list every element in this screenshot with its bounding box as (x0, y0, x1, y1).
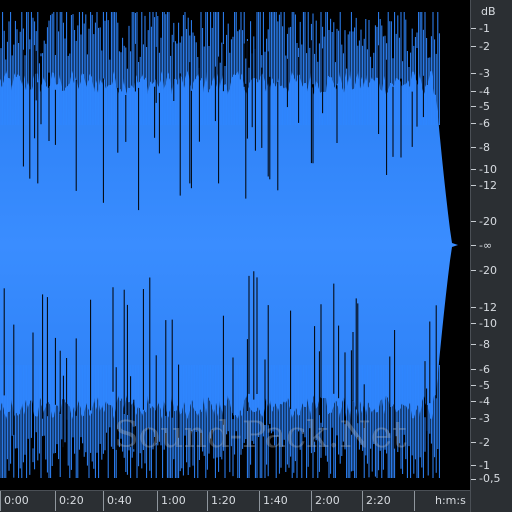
db-tick (471, 169, 476, 170)
db-tick (471, 147, 476, 148)
db-tick (471, 106, 476, 107)
db-tick (471, 28, 476, 29)
db-label-bottom: -0,5 (479, 472, 501, 485)
db-label-top: -5 (479, 100, 490, 113)
time-label: 0:20 (59, 494, 84, 507)
db-label-bottom: -20 (479, 264, 497, 277)
db-tick (471, 221, 476, 222)
time-tick (362, 491, 363, 511)
db-tick (471, 442, 476, 443)
time-axis: 0:00 0:20 0:40 1:00 1:20 1:40 2:00 2:20 … (0, 490, 470, 512)
db-label-top: -1 (479, 22, 490, 35)
db-tick (471, 385, 476, 386)
db-label-top: -2 (479, 40, 490, 53)
time-tick (259, 491, 260, 511)
time-unit-label: h:m:s (435, 494, 466, 507)
db-label-bottom: -3 (479, 412, 490, 425)
time-tick (55, 491, 56, 511)
db-tick (471, 344, 476, 345)
time-label: 1:00 (161, 494, 186, 507)
time-tick (157, 491, 158, 511)
time-tick (103, 491, 104, 511)
db-label-top: -10 (479, 163, 497, 176)
time-label: 0:40 (107, 494, 132, 507)
db-tick (471, 401, 476, 402)
db-label-bottom: -1 (479, 459, 490, 472)
db-label-bottom: -5 (479, 379, 490, 392)
db-tick (471, 123, 476, 124)
watermark-text: Sound-Pack.Net (114, 415, 407, 456)
db-unit-label: dB (481, 5, 496, 18)
db-tick (471, 270, 476, 271)
db-label-top: -20 (479, 215, 497, 228)
db-label-top: -8 (479, 141, 490, 154)
db-tick (471, 418, 476, 419)
time-label: 2:00 (315, 494, 340, 507)
time-tick (207, 491, 208, 511)
db-label-center: -∞ (479, 239, 493, 252)
db-label-bottom: -6 (479, 363, 490, 376)
db-tick (471, 245, 476, 246)
time-label: 0:00 (4, 494, 29, 507)
db-label-bottom: -10 (479, 317, 497, 330)
db-tick (471, 465, 476, 466)
db-label-bottom: -12 (479, 301, 497, 314)
time-tick (311, 491, 312, 511)
db-label-top: -4 (479, 85, 490, 98)
db-tick (471, 185, 476, 186)
db-tick (471, 73, 476, 74)
db-label-top: -6 (479, 117, 490, 130)
db-scale: dB -1 -2 -3 -4 -5 -6 -8 -10 -12 -20 -∞ -… (470, 0, 512, 512)
db-tick (471, 479, 476, 480)
time-tick (0, 491, 1, 511)
db-tick (471, 91, 476, 92)
db-label-bottom: -4 (479, 395, 490, 408)
time-label: 1:40 (263, 494, 288, 507)
db-tick (471, 323, 476, 324)
db-label-bottom: -2 (479, 436, 490, 449)
db-label-top: -3 (479, 67, 490, 80)
db-label-top: -12 (479, 179, 497, 192)
time-label: 2:20 (366, 494, 391, 507)
db-label-bottom: -8 (479, 338, 490, 351)
db-tick (471, 46, 476, 47)
time-tick (414, 491, 415, 511)
time-label: 1:20 (211, 494, 236, 507)
db-tick (471, 369, 476, 370)
db-tick (471, 307, 476, 308)
